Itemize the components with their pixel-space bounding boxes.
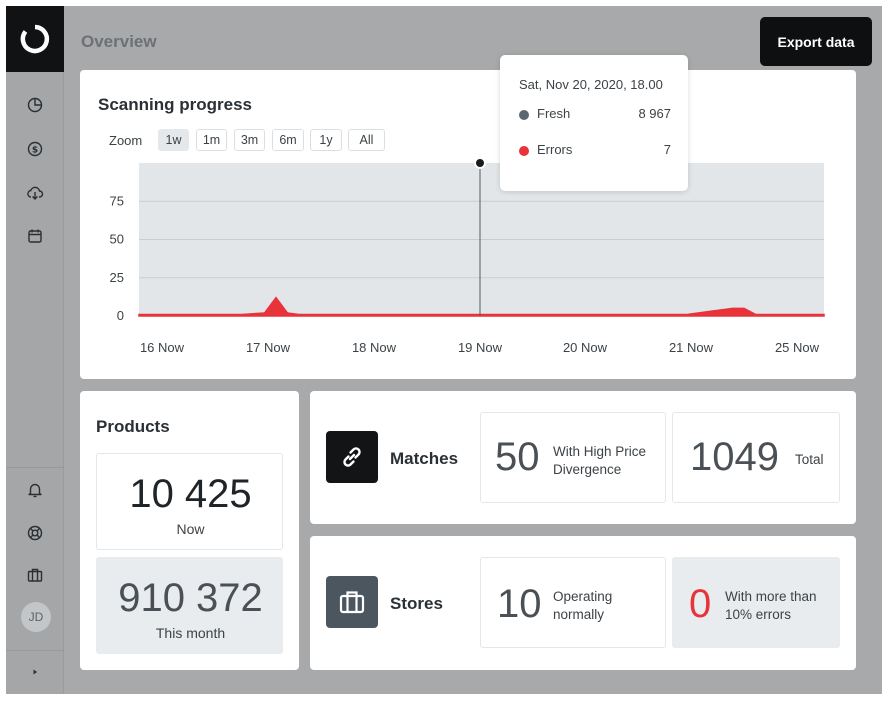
products-now-value: 10 425 xyxy=(129,472,252,516)
stores-operating-label: Operating normally xyxy=(553,589,613,622)
sidebar-expand-button[interactable] xyxy=(23,660,47,684)
chart-tooltip: Sat, Nov 20, 2020, 18.00 Fresh 8 967 Err… xyxy=(500,55,688,191)
briefcase-icon xyxy=(27,568,43,582)
matches-total-value: 1049 xyxy=(690,435,779,479)
tooltip-series-name: Fresh xyxy=(537,106,571,121)
page-title: Overview xyxy=(81,32,157,51)
y-tick-label: 75 xyxy=(110,193,124,208)
x-tick-label: 17 Now xyxy=(246,340,291,355)
stores-card: Stores 10 Operating normally 0 With more… xyxy=(310,536,856,670)
stores-errors-tile[interactable]: 0 With more than 10% errors xyxy=(672,557,840,648)
products-now-label: Now xyxy=(176,521,205,537)
tooltip-date: Sat, Nov 20, 2020, 18.00 xyxy=(519,77,663,92)
matches-card: Matches 50 With High Price Divergence 10… xyxy=(310,391,856,524)
matches-divergence-tile[interactable]: 50 With High Price Divergence xyxy=(480,412,666,503)
sidebar-item-support[interactable] xyxy=(23,521,47,545)
sidebar-item-calendar[interactable] xyxy=(23,224,47,248)
matches-divergence-value: 50 xyxy=(495,435,540,479)
sidebar-item-downloads[interactable] xyxy=(23,181,47,205)
spinner-logo-icon xyxy=(20,24,50,54)
legend-dot-fresh xyxy=(519,110,529,120)
sidebar-item-notifications[interactable] xyxy=(23,478,47,502)
products-month-tile: 910 372 This month xyxy=(96,557,283,654)
sidebar-item-pricing[interactable]: $ xyxy=(23,137,47,161)
export-data-button[interactable]: Export data xyxy=(760,17,872,66)
sidebar-divider xyxy=(6,650,64,651)
dollar-circle-icon: $ xyxy=(27,141,43,157)
cloud-download-icon xyxy=(27,186,44,200)
hover-point xyxy=(474,157,486,169)
logo[interactable] xyxy=(6,6,64,72)
products-now-tile: 10 425 Now xyxy=(96,453,283,550)
avatar[interactable]: JD xyxy=(21,602,51,632)
tooltip-series-name: Errors xyxy=(537,142,573,157)
scanning-chart[interactable]: 0 25 50 75 16 Now 17 Now 18 Now 19 Now 20 Now 21 … xyxy=(80,70,856,379)
products-card: Products 10 425 Now 910 372 This month xyxy=(80,391,299,670)
x-tick-label: 18 Now xyxy=(352,340,397,355)
products-title: Products xyxy=(96,417,170,436)
link-icon xyxy=(343,447,361,467)
svg-text:$: $ xyxy=(32,146,38,156)
stores-operating-tile[interactable]: 10 Operating normally xyxy=(480,557,666,648)
matches-total-tile[interactable]: 1049 Total xyxy=(672,412,840,503)
scanning-progress-card: Scanning progress Zoom 1w 1m 3m 6m 1y Al… xyxy=(80,55,856,379)
sidebar-divider xyxy=(6,467,64,468)
caret-right-icon xyxy=(33,669,37,675)
sidebar-item-stores[interactable] xyxy=(23,563,47,587)
briefcase-icon xyxy=(339,591,365,614)
app-frame: $ JD Overview Export data Scanning progr… xyxy=(6,6,882,694)
stores-errors-value: 0 xyxy=(689,582,712,626)
x-tick-label: 25 Now xyxy=(775,340,820,355)
lifebuoy-icon xyxy=(27,525,43,541)
stores-icon-box xyxy=(326,576,378,628)
stores-operating-value: 10 xyxy=(497,582,542,626)
stores-errors-label: With more than 10% errors xyxy=(725,589,817,622)
matches-icon-box xyxy=(326,431,378,483)
x-tick-label: 19 Now xyxy=(458,340,503,355)
x-tick-label: 16 Now xyxy=(140,340,185,355)
sidebar-item-dashboard[interactable] xyxy=(23,93,47,117)
products-month-value: 910 372 xyxy=(118,576,263,620)
tooltip-series-value: 7 xyxy=(663,142,671,157)
matches-total-label: Total xyxy=(795,452,824,467)
sidebar: $ JD xyxy=(6,6,64,694)
matches-divergence-label: With High Price Divergence xyxy=(553,444,647,477)
x-tick-label: 20 Now xyxy=(563,340,608,355)
y-tick-label: 0 xyxy=(117,308,124,323)
bell-icon xyxy=(28,483,42,498)
stores-title: Stores xyxy=(390,594,443,613)
x-tick-label: 21 Now xyxy=(669,340,714,355)
tooltip-series-value: 8 967 xyxy=(638,106,671,121)
products-month-label: This month xyxy=(155,625,226,641)
y-tick-label: 50 xyxy=(110,232,124,247)
legend-dot-errors xyxy=(519,146,529,156)
y-tick-label: 25 xyxy=(110,270,124,285)
pie-chart-icon xyxy=(27,97,43,113)
matches-title: Matches xyxy=(390,449,459,468)
calendar-icon xyxy=(28,229,42,243)
